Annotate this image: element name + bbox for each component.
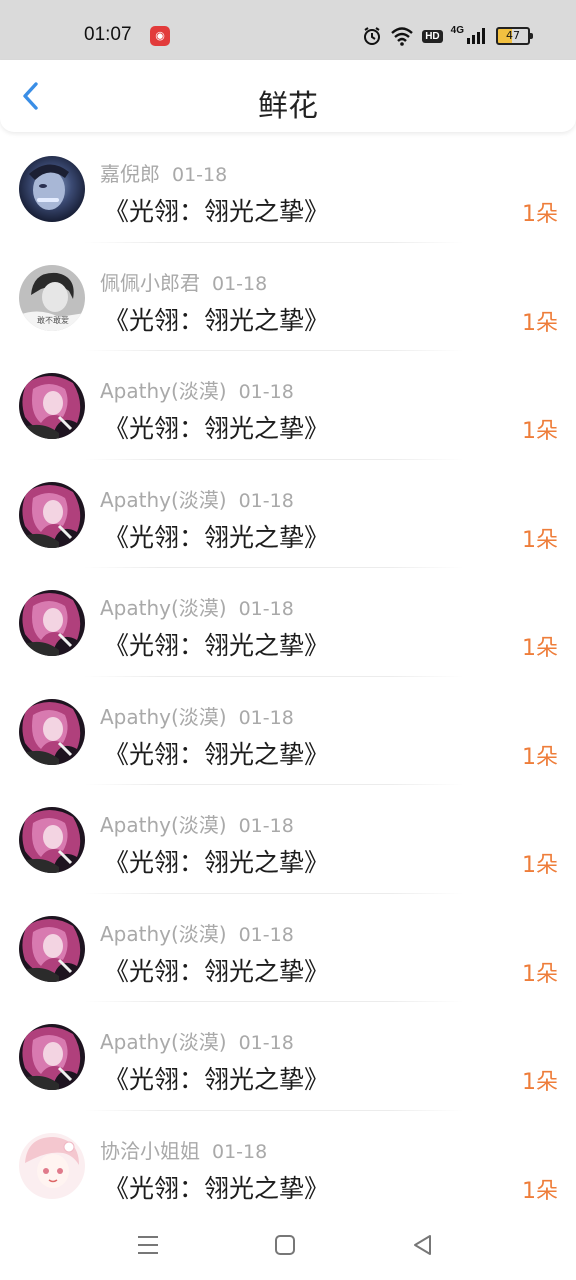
record-meta: Apathy(淡漠) 01-18	[100, 809, 294, 838]
work-title[interactable]: 《光翎：翎光之挚》	[104, 843, 329, 879]
record-date: 01-18	[238, 489, 294, 512]
user-name[interactable]: 嘉倪郎	[100, 162, 160, 186]
flower-amount: 1朵	[522, 1178, 558, 1204]
record-meta: Apathy(淡漠) 01-18	[100, 375, 294, 404]
work-title[interactable]: 《光翎：翎光之挚》	[104, 192, 329, 228]
status-bar: 01:07 ◉ HD 4G 47	[0, 0, 576, 60]
system-nav-bar	[0, 1210, 576, 1280]
user-name[interactable]: Apathy(淡漠)	[100, 488, 227, 512]
flower-record-list: 嘉倪郎 01-18 《光翎：翎光之挚》 1朵 敢不敢爱 佩佩小郎君 01-18 《光…	[0, 134, 576, 1219]
avatar[interactable]	[19, 915, 85, 982]
battery-indicator: 47	[496, 27, 533, 45]
list-item[interactable]: Apathy(淡漠) 01-18 《光翎：翎光之挚》 1朵	[0, 1002, 576, 1111]
record-date: 01-18	[238, 923, 294, 946]
record-meta: Apathy(淡漠) 01-18	[100, 701, 294, 730]
network-type: 4G	[450, 24, 464, 36]
list-item[interactable]: 协洽小姐姐 01-18 《光翎：翎光之挚》 1朵	[0, 1111, 576, 1220]
flower-amount: 1朵	[522, 202, 558, 227]
flower-amount: 1朵	[522, 636, 558, 661]
status-time: 01:07	[84, 24, 132, 45]
menu-icon[interactable]	[133, 1230, 163, 1260]
status-icons: HD 4G 47	[362, 24, 533, 48]
avatar[interactable]	[19, 698, 85, 765]
page-title: 鲜花	[258, 89, 318, 124]
flower-amount: 1朵	[522, 961, 558, 987]
work-title[interactable]: 《光翎：翎光之挚》	[104, 735, 329, 771]
user-name[interactable]: Apathy(淡漠)	[100, 379, 227, 403]
record-meta: Apathy(淡漠) 01-18	[100, 918, 294, 947]
user-name[interactable]: Apathy(淡漠)	[100, 813, 227, 837]
user-name[interactable]: Apathy(淡漠)	[100, 1030, 227, 1054]
signal-icon	[467, 28, 485, 44]
work-title[interactable]: 《光翎：翎光之挚》	[104, 1169, 329, 1205]
list-item[interactable]: Apathy(淡漠) 01-18 《光翎：翎光之挚》 1朵	[0, 351, 576, 460]
record-date: 01-18	[212, 1140, 268, 1163]
user-name[interactable]: Apathy(淡漠)	[100, 705, 227, 729]
flower-amount: 1朵	[522, 419, 558, 444]
work-title[interactable]: 《光翎：翎光之挚》	[104, 409, 329, 445]
avatar-caption: 敢不敢爱	[37, 315, 69, 325]
avatar[interactable]	[19, 373, 85, 439]
work-title[interactable]: 《光翎：翎光之挚》	[104, 1060, 329, 1096]
flower-amount: 1朵	[522, 744, 558, 770]
work-title[interactable]: 《光翎：翎光之挚》	[104, 518, 329, 554]
wifi-icon	[391, 27, 414, 46]
flower-amount: 1朵	[522, 853, 558, 878]
triangle-back-icon[interactable]	[408, 1230, 438, 1260]
user-name[interactable]: 佩佩小郎君	[100, 271, 200, 295]
record-date: 01-18	[238, 1032, 294, 1054]
avatar[interactable]	[19, 590, 85, 656]
work-title[interactable]: 《光翎：翎光之挚》	[104, 301, 329, 337]
list-item[interactable]: Apathy(淡漠) 01-18 《光翎：翎光之挚》 1朵	[0, 894, 576, 1002]
avatar[interactable]	[19, 156, 85, 222]
record-date: 01-18	[172, 164, 228, 186]
flower-amount: 1朵	[522, 527, 558, 553]
user-name[interactable]: Apathy(淡漠)	[100, 922, 227, 946]
record-date: 01-18	[238, 381, 294, 403]
record-date: 01-18	[212, 272, 268, 295]
avatar[interactable]	[19, 807, 85, 873]
work-title[interactable]: 《光翎：翎光之挚》	[104, 952, 329, 988]
record-meta: 佩佩小郎君 01-18	[100, 267, 267, 296]
header: 鲜花	[0, 60, 576, 132]
record-date: 01-18	[238, 598, 294, 620]
record-meta: Apathy(淡漠) 01-18	[100, 1026, 294, 1055]
app-notification-icon: ◉	[150, 26, 170, 46]
avatar[interactable]: 敢不敢爱	[19, 264, 85, 331]
list-item[interactable]: 嘉倪郎 01-18 《光翎：翎光之挚》 1朵	[0, 134, 576, 243]
avatar[interactable]	[19, 1132, 85, 1199]
list-item[interactable]: Apathy(淡漠) 01-18 《光翎：翎光之挚》 1朵	[0, 677, 576, 785]
record-date: 01-18	[238, 815, 294, 837]
list-item[interactable]: Apathy(淡漠) 01-18 《光翎：翎光之挚》 1朵	[0, 460, 576, 568]
work-title[interactable]: 《光翎：翎光之挚》	[104, 626, 329, 662]
user-name[interactable]: 协洽小姐姐	[100, 1139, 200, 1163]
flower-amount: 1朵	[522, 1070, 558, 1095]
record-date: 01-18	[238, 706, 294, 729]
avatar[interactable]	[19, 1024, 85, 1090]
record-meta: 嘉倪郎 01-18	[100, 158, 227, 187]
record-meta: Apathy(淡漠) 01-18	[100, 484, 294, 513]
list-item[interactable]: 敢不敢爱 佩佩小郎君 01-18 《光翎：翎光之挚》 1朵	[0, 243, 576, 351]
record-meta: 协洽小姐姐 01-18	[100, 1135, 267, 1164]
list-item[interactable]: Apathy(淡漠) 01-18 《光翎：翎光之挚》 1朵	[0, 785, 576, 894]
square-home-icon[interactable]	[270, 1230, 300, 1260]
record-meta: Apathy(淡漠) 01-18	[100, 592, 294, 621]
flower-amount: 1朵	[522, 310, 558, 336]
hd-badge: HD	[422, 29, 443, 43]
list-item[interactable]: Apathy(淡漠) 01-18 《光翎：翎光之挚》 1朵	[0, 568, 576, 677]
avatar[interactable]	[19, 481, 85, 548]
user-name[interactable]: Apathy(淡漠)	[100, 596, 227, 620]
alarm-icon	[364, 27, 381, 45]
